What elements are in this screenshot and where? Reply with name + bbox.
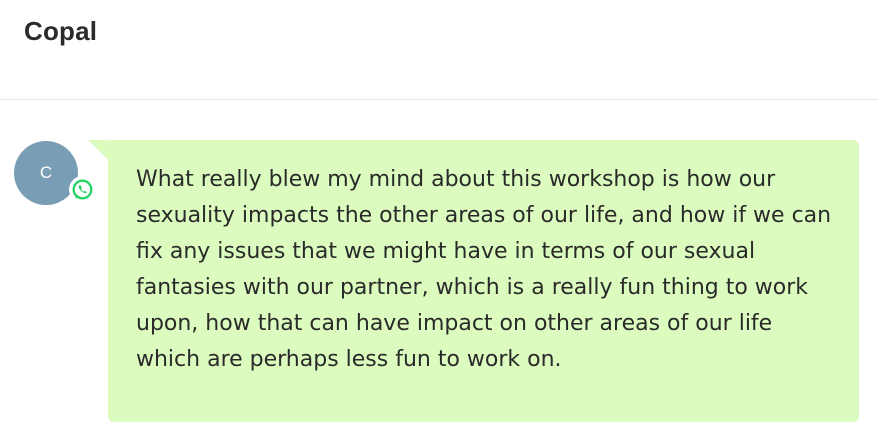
message-bubble-tail — [88, 140, 110, 162]
sender-avatar-container: C — [14, 141, 96, 205]
message-text: What really blew my mind about this work… — [136, 167, 832, 372]
whatsapp-icon — [69, 176, 96, 203]
avatar[interactable]: C — [14, 141, 78, 205]
chat-header: Copal — [0, 0, 878, 100]
contact-name[interactable]: Copal — [24, 16, 97, 47]
avatar-initial: C — [39, 163, 53, 182]
message-bubble[interactable]: What really blew my mind about this work… — [108, 140, 859, 422]
